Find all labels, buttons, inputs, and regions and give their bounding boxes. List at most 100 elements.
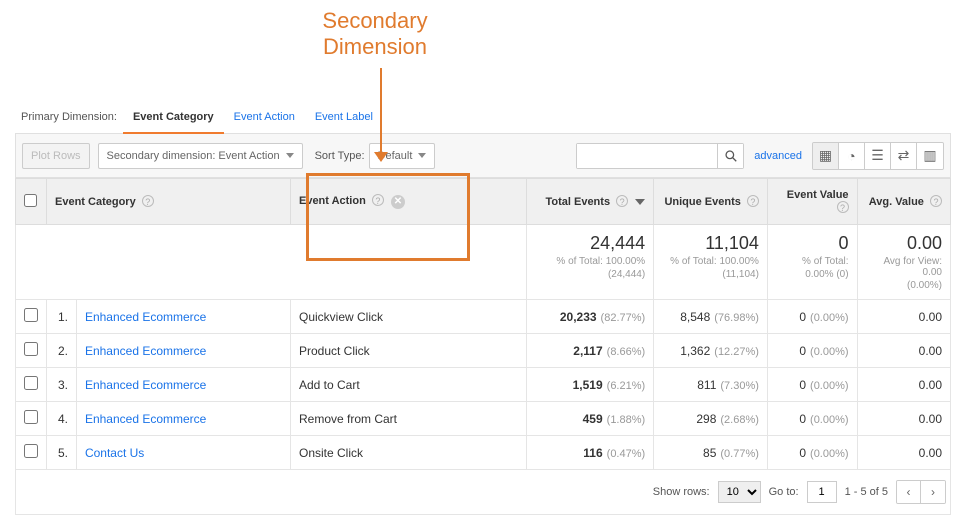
table-row: 4.Enhanced EcommerceRemove from Cart459(… xyxy=(16,402,951,436)
help-icon[interactable]: ? xyxy=(837,201,849,213)
view-percentage-button[interactable]: ◔ xyxy=(839,143,865,169)
row-avg-value: 0.00 xyxy=(857,300,950,334)
header-label: Total Events xyxy=(545,196,610,208)
row-event-category[interactable]: Enhanced Ecommerce xyxy=(76,368,290,402)
plot-rows-button: Plot Rows xyxy=(22,143,90,169)
header-total-events[interactable]: Total Events ? xyxy=(526,179,654,225)
pagination-range: 1 - 5 of 5 xyxy=(845,486,888,498)
row-checkbox[interactable] xyxy=(24,444,38,458)
row-checkbox[interactable] xyxy=(24,376,38,390)
row-event-value: 0(0.00%) xyxy=(767,334,857,368)
header-event-value[interactable]: Event Value ? xyxy=(767,179,857,225)
next-page-button[interactable]: › xyxy=(921,481,945,503)
row-checkbox[interactable] xyxy=(24,308,38,322)
row-avg-value: 0.00 xyxy=(857,436,950,470)
row-index: 5. xyxy=(47,436,77,470)
row-unique-events: 298(2.68%) xyxy=(654,402,768,436)
row-event-category[interactable]: Enhanced Ecommerce xyxy=(76,300,290,334)
totals-unique-events: 11,104 % of Total: 100.00% (11,104) xyxy=(654,225,768,300)
prev-page-button[interactable]: ‹ xyxy=(897,481,921,503)
annotation-label: Secondary Dimension xyxy=(310,8,440,61)
row-unique-events: 1,362(12.27%) xyxy=(654,334,768,368)
row-event-action: Add to Cart xyxy=(290,368,526,402)
row-event-value: 0(0.00%) xyxy=(767,402,857,436)
primary-option-event-action[interactable]: Event Action xyxy=(224,100,305,134)
select-all-checkbox[interactable] xyxy=(24,194,37,207)
show-rows-label: Show rows: xyxy=(653,486,710,498)
totals-avg-value: 0.00 Avg for View: 0.00 (0.00%) xyxy=(857,225,950,300)
advanced-link[interactable]: advanced xyxy=(754,150,802,162)
primary-option-event-category[interactable]: Event Category xyxy=(123,100,224,134)
row-event-value: 0(0.00%) xyxy=(767,300,857,334)
pivot-icon: ▥ xyxy=(923,147,936,164)
row-avg-value: 0.00 xyxy=(857,368,950,402)
header-label: Avg. Value xyxy=(869,196,924,208)
bars-icon: ☰ xyxy=(871,147,884,164)
comparison-icon: ⇄ xyxy=(898,147,910,164)
row-event-category[interactable]: Contact Us xyxy=(76,436,290,470)
row-total-events: 1,519(6.21%) xyxy=(526,368,654,402)
pagination-bar: Show rows: 10 Go to: 1 - 5 of 5 ‹ › xyxy=(15,470,951,515)
sort-desc-icon xyxy=(635,199,645,205)
row-checkbox[interactable] xyxy=(24,342,38,356)
secondary-dimension-dropdown[interactable]: Secondary dimension: Event Action xyxy=(98,143,303,169)
report-toolbar: Plot Rows Secondary dimension: Event Act… xyxy=(15,134,951,178)
view-pivot-button[interactable]: ▥ xyxy=(917,143,943,169)
row-event-action: Remove from Cart xyxy=(290,402,526,436)
row-total-events: 20,233(82.77%) xyxy=(526,300,654,334)
help-icon[interactable]: ? xyxy=(372,194,384,206)
row-index: 4. xyxy=(47,402,77,436)
row-checkbox[interactable] xyxy=(24,410,38,424)
header-unique-events[interactable]: Unique Events ? xyxy=(654,179,768,225)
row-unique-events: 85(0.77%) xyxy=(654,436,768,470)
search-button[interactable] xyxy=(717,144,743,168)
row-avg-value: 0.00 xyxy=(857,402,950,436)
row-event-category[interactable]: Enhanced Ecommerce xyxy=(76,402,290,436)
primary-dimension-label: Primary Dimension: xyxy=(15,111,123,123)
table-icon: ▦ xyxy=(819,147,832,164)
caret-down-icon xyxy=(286,153,294,158)
caret-down-icon xyxy=(418,153,426,158)
view-data-table-button[interactable]: ▦ xyxy=(813,143,839,169)
row-event-action: Onsite Click xyxy=(290,436,526,470)
primary-dimension-bar: Primary Dimension: Event Category Event … xyxy=(15,100,951,134)
row-event-action: Quickview Click xyxy=(290,300,526,334)
help-icon[interactable]: ? xyxy=(142,195,154,207)
header-label: Unique Events xyxy=(664,196,740,208)
chevron-left-icon: ‹ xyxy=(907,485,911,499)
row-index: 3. xyxy=(47,368,77,402)
view-performance-button[interactable]: ☰ xyxy=(865,143,891,169)
table-row: 1.Enhanced EcommerceQuickview Click20,23… xyxy=(16,300,951,334)
header-event-category[interactable]: Event Category ? xyxy=(47,179,291,225)
search-icon xyxy=(724,149,738,163)
table-row: 2.Enhanced EcommerceProduct Click2,117(8… xyxy=(16,334,951,368)
row-unique-events: 811(7.30%) xyxy=(654,368,768,402)
search-input[interactable] xyxy=(577,144,717,168)
row-total-events: 116(0.47%) xyxy=(526,436,654,470)
header-label: Event Action xyxy=(299,195,366,207)
help-icon[interactable]: ? xyxy=(747,195,759,207)
header-label: Event Value xyxy=(787,189,849,201)
row-event-category[interactable]: Enhanced Ecommerce xyxy=(76,334,290,368)
header-event-action[interactable]: Event Action ? ✕ xyxy=(290,179,526,225)
row-event-value: 0(0.00%) xyxy=(767,368,857,402)
show-rows-select[interactable]: 10 xyxy=(718,481,761,503)
header-label: Event Category xyxy=(55,196,136,208)
totals-row: 24,444 % of Total: 100.00% (24,444) 11,1… xyxy=(16,225,951,300)
row-event-value: 0(0.00%) xyxy=(767,436,857,470)
search-field xyxy=(576,143,744,169)
remove-dimension-icon[interactable]: ✕ xyxy=(391,195,405,209)
primary-option-event-label[interactable]: Event Label xyxy=(305,100,383,134)
totals-event-value: 0 % of Total: 0.00% (0) xyxy=(767,225,857,300)
row-unique-events: 8,548(76.98%) xyxy=(654,300,768,334)
header-checkbox[interactable] xyxy=(16,179,47,225)
header-avg-value[interactable]: Avg. Value ? xyxy=(857,179,950,225)
row-index: 2. xyxy=(47,334,77,368)
annotation-arrow-icon xyxy=(374,152,388,162)
help-icon[interactable]: ? xyxy=(930,195,942,207)
goto-input[interactable] xyxy=(807,481,837,503)
events-table: Event Category ? Event Action ? ✕ Total … xyxy=(15,178,951,470)
view-comparison-button[interactable]: ⇄ xyxy=(891,143,917,169)
row-event-action: Product Click xyxy=(290,334,526,368)
help-icon[interactable]: ? xyxy=(616,195,628,207)
